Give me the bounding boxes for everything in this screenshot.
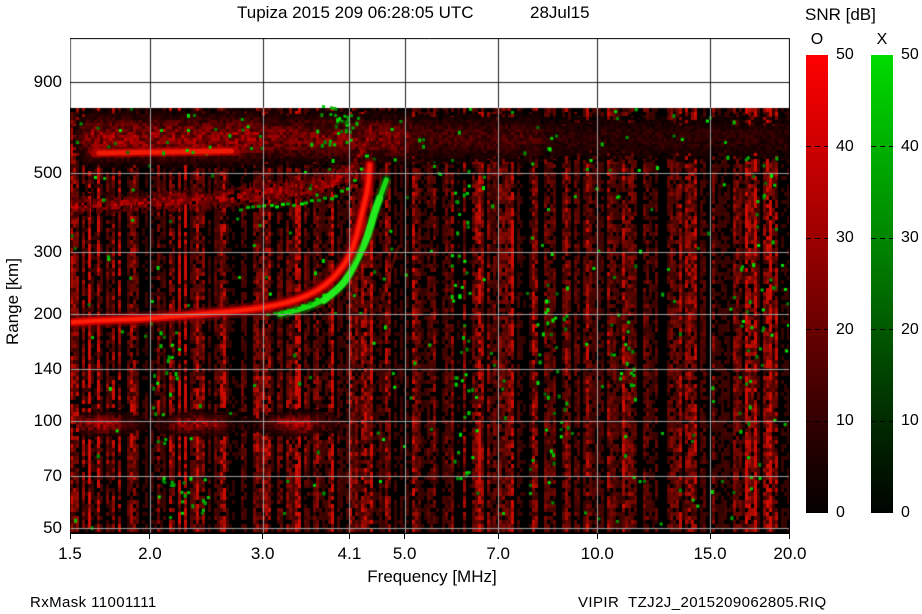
x-tick-mark	[596, 534, 598, 539]
x-tick-label: 7.0	[486, 544, 510, 563]
x-colorbar-tick-label: 0	[901, 504, 910, 521]
x-tick-label: 2.0	[138, 544, 162, 563]
x-colorbar-tick-label: 40	[901, 137, 919, 155]
plot-title: Tupiza 2015 209 06:28:05 UTC	[237, 3, 474, 22]
o-colorbar-dash	[806, 146, 828, 148]
colorbar-title: SNR [dB]	[805, 5, 876, 24]
x-colorbar-tick-label: 30	[901, 229, 919, 247]
x-tick-mark	[789, 534, 791, 539]
x-tick-mark	[262, 534, 264, 539]
x-axis-title: Frequency [MHz]	[367, 567, 497, 586]
x-tick-label: 1.5	[58, 544, 82, 563]
x-tick-label: 20.0	[773, 544, 807, 563]
x-colorbar-dash	[871, 146, 893, 148]
filename-label: VIPIR TZJ2J_2015209062805.RIQ	[578, 594, 827, 611]
x-tick-label: 10.0	[580, 544, 614, 563]
o-colorbar-dash	[806, 420, 828, 422]
x-tick-mark	[709, 534, 711, 539]
rx-mask-label: RxMask 11001111	[30, 594, 157, 611]
o-colorbar-tick-label: 0	[836, 504, 845, 521]
x-tick-label: 15.0	[693, 544, 727, 563]
x-colorbar	[871, 55, 893, 513]
y-axis-title: Range [km]	[3, 258, 22, 345]
x-polarization-label: X	[876, 31, 888, 48]
o-colorbar-dash	[806, 237, 828, 239]
x-colorbar-tick-label: 10	[901, 412, 919, 430]
x-colorbar-dash	[871, 237, 893, 239]
o-colorbar-dash	[806, 329, 828, 331]
o-polarization-label: O	[810, 31, 824, 48]
o-colorbar-tick-label: 40	[836, 137, 854, 155]
x-tick-label: 5.0	[392, 544, 417, 563]
x-colorbar-tick-label: 50	[901, 46, 919, 63]
x-colorbar-dash	[871, 420, 893, 422]
x-tick-mark	[69, 534, 71, 539]
x-tick-mark	[497, 534, 499, 539]
x-tick-mark	[404, 534, 406, 539]
x-tick-label: 4.1	[337, 544, 362, 563]
plot-date: 28Jul15	[530, 3, 590, 22]
y-tick-label: 50	[43, 518, 62, 537]
y-tick-label: 500	[33, 163, 62, 182]
o-colorbar-tick-label: 30	[836, 229, 854, 247]
ionogram-page: Tupiza 2015 209 06:28:05 UTC 28Jul15 50 7…	[0, 0, 922, 614]
o-colorbar-tick-label: 50	[836, 46, 854, 63]
x-tick-mark	[149, 534, 151, 539]
x-colorbar-tick-label: 20	[901, 320, 919, 338]
ionogram-canvas	[70, 38, 790, 534]
y-tick-label: 140	[33, 359, 62, 379]
y-tick-label: 900	[33, 72, 62, 92]
o-colorbar-tick-label: 10	[836, 412, 854, 430]
o-colorbar-tick-label: 20	[836, 320, 854, 338]
o-colorbar	[806, 55, 828, 513]
x-colorbar-dash	[871, 329, 893, 331]
y-tick-label: 100	[33, 411, 62, 431]
y-tick-label: 70	[43, 466, 62, 486]
x-tick-label: 3.0	[250, 544, 275, 563]
x-tick-mark	[348, 534, 350, 539]
